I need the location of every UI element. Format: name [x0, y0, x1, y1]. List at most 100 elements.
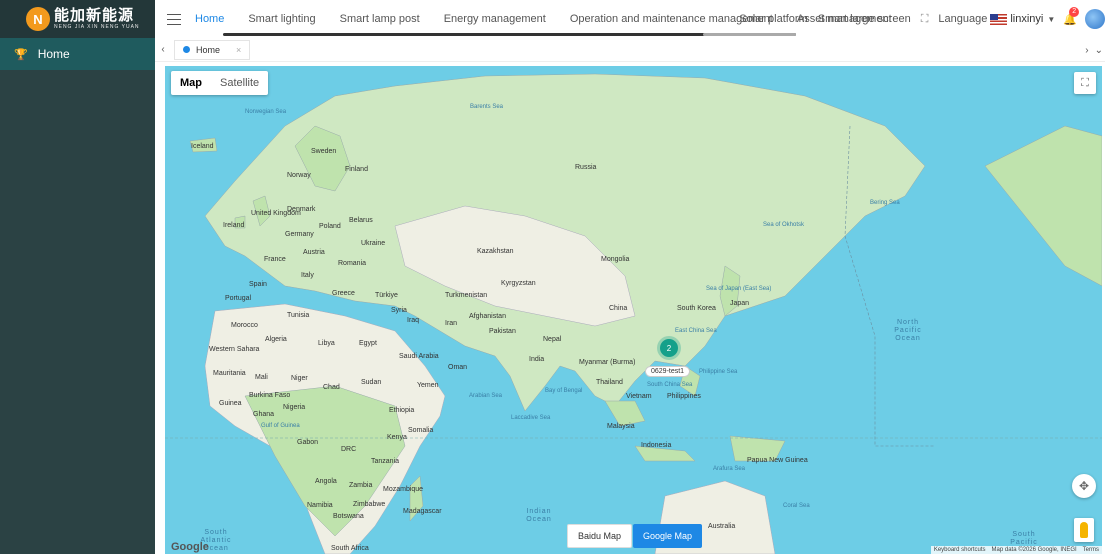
sidebar: N 能加新能源 NENG JIA XIN NENG YUAN 🏆 Home: [0, 0, 155, 554]
country-label: Belarus: [349, 217, 373, 224]
country-label: Finland: [345, 166, 368, 173]
country-label: Japan: [730, 300, 750, 307]
country-label: Italy: [301, 272, 314, 279]
country-label: Denmark: [287, 206, 316, 213]
country-label: Angola: [315, 478, 337, 485]
sidebar-item-home[interactable]: 🏆 Home: [0, 38, 155, 70]
tab-scroll-left-icon[interactable]: ‹: [155, 44, 171, 55]
map-data-text: Map data ©2026 Google, INEGI: [991, 547, 1077, 553]
country-label: Kenya: [387, 434, 407, 441]
map-type-satellite-button[interactable]: Satellite: [211, 71, 268, 95]
bell-icon[interactable]: 🔔 2: [1063, 6, 1080, 26]
chevron-down-icon[interactable]: ▼: [1047, 15, 1055, 24]
fullscreen-icon[interactable]: ⛶: [921, 13, 929, 26]
country-label: Myanmar (Burma): [579, 359, 636, 366]
header-tools: Solar platform Smart large screen ⛶ Lang…: [739, 0, 1105, 38]
map-fullscreen-icon[interactable]: ⛶: [1074, 72, 1096, 94]
country-label: Tunisia: [287, 312, 310, 319]
brand-logo[interactable]: N 能加新能源 NENG JIA XIN NENG YUAN: [0, 0, 155, 38]
country-label: Ghana: [253, 411, 275, 418]
sea-label: Gulf of Guinea: [261, 423, 300, 429]
marker-label[interactable]: 0629-test1: [645, 366, 691, 377]
nav-energy-management[interactable]: Energy management: [444, 13, 546, 25]
country-label: Malaysia: [607, 423, 635, 430]
nav-home[interactable]: Home: [195, 13, 224, 25]
ocean-label: North Pacific Ocean: [894, 319, 922, 342]
sea-label: South China Sea: [647, 382, 693, 388]
user-name[interactable]: linxinyi: [1010, 13, 1043, 25]
sea-label: Philippine Sea: [699, 369, 738, 375]
sea-label: Bering Sea: [870, 200, 900, 206]
menu-toggle-icon[interactable]: [167, 13, 181, 25]
tab-menu-chevron-icon[interactable]: ⌄: [1095, 45, 1103, 56]
map-type-map-button[interactable]: Map: [171, 71, 211, 95]
sea-label: Coral Sea: [783, 503, 810, 509]
sea-label: Barents Sea: [470, 104, 504, 110]
pegman-icon[interactable]: [1074, 518, 1094, 542]
country-label: Afghanistan: [469, 313, 506, 320]
trophy-icon: 🏆: [14, 48, 28, 61]
marker-cluster[interactable]: 2: [660, 339, 678, 357]
country-label: China: [609, 305, 628, 312]
country-label: Mongolia: [601, 256, 630, 263]
nav-scrollbar[interactable]: [223, 33, 796, 36]
nav-smart-lamp-post[interactable]: Smart lamp post: [340, 13, 420, 25]
map-attribution: Keyboard shortcuts Map data ©2026 Google…: [930, 546, 1102, 554]
country-label: Guinea: [219, 400, 242, 407]
country-label: Namibia: [307, 502, 333, 509]
country-label: Sweden: [311, 148, 337, 155]
baidu-map-button[interactable]: Baidu Map: [567, 524, 633, 548]
country-label: Syria: [391, 307, 407, 314]
country-label: Ireland: [223, 222, 245, 229]
country-label: Romania: [338, 260, 367, 267]
camera-control-icon[interactable]: ✥: [1072, 474, 1096, 498]
country-label: Iceland: [191, 143, 214, 150]
tab-label: Home: [196, 44, 221, 55]
google-logo[interactable]: Google: [171, 541, 209, 553]
close-icon[interactable]: ×: [236, 45, 241, 55]
country-label: DRC: [341, 446, 357, 453]
tab-scroll-right-icon[interactable]: ›: [1085, 45, 1088, 56]
country-label: Chad: [323, 384, 340, 391]
nav-smart-lighting[interactable]: Smart lighting: [248, 13, 315, 25]
country-label: Tanzania: [371, 458, 400, 465]
country-label: Somalia: [408, 427, 434, 434]
tab-home[interactable]: Home ×: [174, 39, 251, 60]
map-canvas[interactable]: Iceland Sweden Norway Finland Russia Uni…: [165, 66, 1102, 554]
country-label: Ukraine: [361, 240, 386, 247]
google-map-button[interactable]: Google Map: [633, 524, 703, 548]
country-label: Burkina Faso: [249, 392, 291, 399]
logo-mark-icon: N: [26, 7, 50, 31]
country-label: Iran: [445, 320, 458, 327]
country-label: Thailand: [596, 379, 623, 386]
large-screen-link[interactable]: Smart large screen: [818, 13, 911, 25]
north-america-shape: [984, 125, 1102, 287]
country-label: Zambia: [349, 482, 373, 489]
country-label: Niger: [291, 375, 308, 382]
country-label: Botswana: [333, 513, 364, 520]
avatar[interactable]: [1085, 9, 1105, 29]
top-navbar: Home Smart lighting Smart lamp post Ener…: [155, 0, 1105, 38]
country-label: Saudi Arabia: [399, 353, 439, 360]
country-label: Germany: [285, 231, 314, 238]
country-label: Pakistan: [489, 328, 516, 335]
us-flag-icon[interactable]: [990, 13, 1008, 25]
country-label: South Korea: [677, 305, 716, 312]
active-dot-icon: [183, 46, 190, 53]
map-type-toggle: Map Satellite: [171, 71, 269, 95]
country-label: Sudan: [361, 379, 382, 386]
sea-label: Sea of Okhotsk: [763, 222, 805, 228]
country-label: Vietnam: [626, 393, 652, 400]
keyboard-shortcuts-link[interactable]: Keyboard shortcuts: [934, 547, 986, 553]
country-label: Yemen: [417, 382, 439, 389]
language-label[interactable]: Language: [938, 13, 987, 25]
terms-link[interactable]: Terms: [1083, 547, 1099, 553]
solar-platform-link[interactable]: Solar platform: [739, 13, 807, 25]
sea-label: East China Sea: [675, 328, 717, 334]
country-label: South Africa: [331, 545, 369, 552]
country-label: Gabon: [297, 439, 319, 446]
country-label: Poland: [319, 223, 341, 230]
country-label: Norway: [287, 172, 311, 179]
country-label: Western Sahara: [209, 346, 260, 353]
sea-label: Arabian Sea: [469, 393, 503, 399]
